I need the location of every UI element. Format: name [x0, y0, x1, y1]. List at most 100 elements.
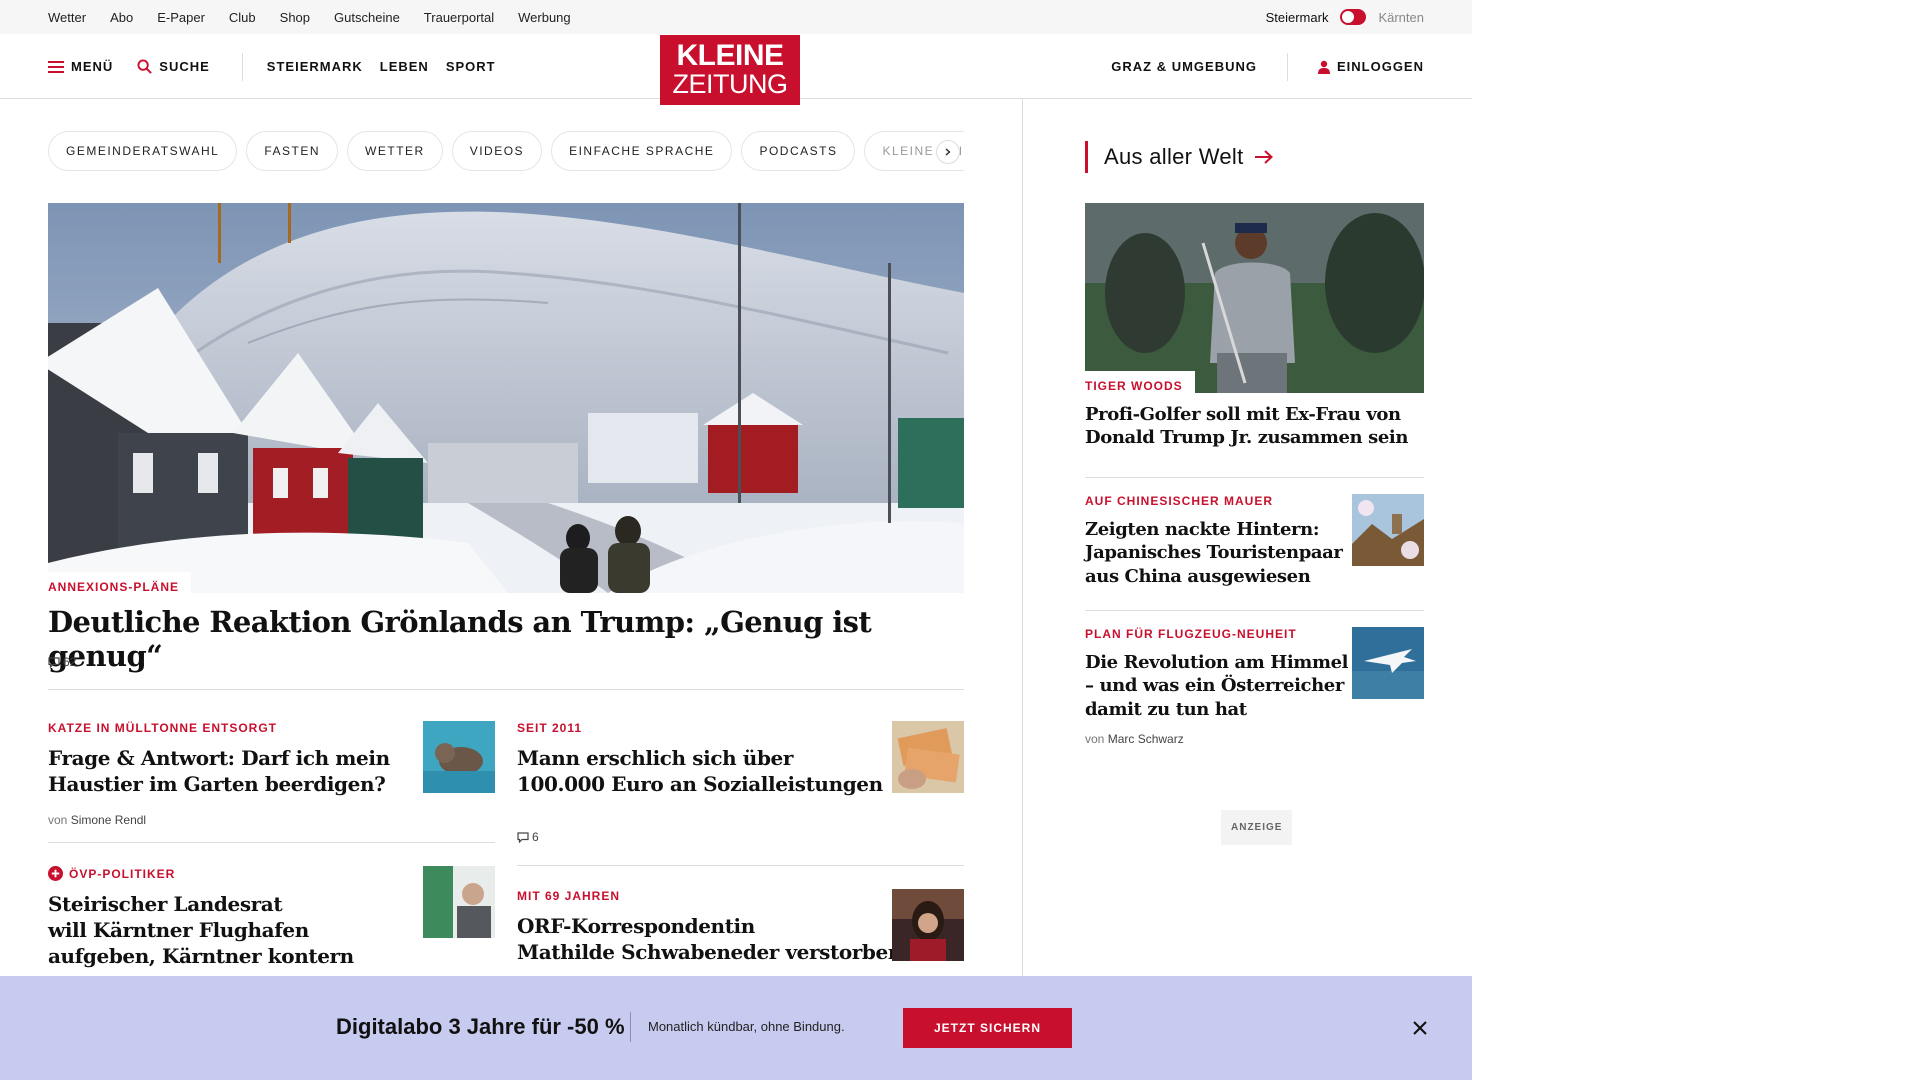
nav-leben[interactable]: LEBEN: [380, 59, 429, 74]
util-link-shop[interactable]: Shop: [280, 10, 310, 25]
subscription-banner: Digitalabo 3 Jahre für -50 % Monatlich k…: [0, 976, 1472, 1080]
hero-comments[interactable]: 62: [48, 655, 76, 669]
util-link-club[interactable]: Club: [229, 10, 256, 25]
tag-einfache-sprache[interactable]: EINFACHE SPRACHE: [551, 131, 733, 171]
chevron-right-icon: [945, 148, 951, 156]
tags-next-button[interactable]: [936, 140, 960, 164]
util-link-werbung[interactable]: Werbung: [518, 10, 571, 25]
teaser-landesrat[interactable]: ÖVP-POLITIKER Steirischer Landesrat will…: [48, 866, 495, 976]
search-icon: [137, 59, 153, 74]
sidebar-hero-title[interactable]: Profi-Golfer soll mit Ex-Frau von Donald…: [1085, 403, 1424, 450]
empty-gutter: [1472, 0, 1920, 1080]
teaser-orf[interactable]: MIT 69 JAHREN ORF-Korrespondentin Mathil…: [517, 889, 964, 979]
nav-divider: [241, 52, 243, 81]
teaser-thumb-politician: [423, 866, 495, 938]
airplane-image: [1352, 627, 1424, 699]
tag-podcasts[interactable]: PODCASTS: [741, 131, 856, 171]
arrow-right-icon: [1254, 150, 1273, 164]
nav-graz-umgebung[interactable]: GRAZ & UMGEBUNG: [1111, 59, 1257, 74]
comment-icon: [517, 831, 529, 843]
politician-image: [423, 866, 495, 938]
money-image: [892, 721, 964, 793]
util-link-abo[interactable]: Abo: [110, 10, 133, 25]
nav-divider-right: [1286, 52, 1288, 81]
teaser-sozialleistungen[interactable]: SEIT 2011 Mann erschlich sich über 100.0…: [517, 721, 964, 844]
teaser-title-line: damit zu tun hat: [1085, 698, 1247, 720]
great-wall-image: [1352, 494, 1424, 566]
tag-fasten[interactable]: FASTEN: [246, 131, 339, 171]
search-button[interactable]: SUCHE: [137, 59, 210, 74]
teaser-kicker-text: ÖVP-POLITIKER: [69, 866, 176, 881]
login-button[interactable]: EINLOGGEN: [1317, 59, 1424, 74]
teaser-title-line: Donald Trump Jr. zusammen sein: [1085, 427, 1409, 449]
byline-prefix: von: [48, 813, 68, 827]
tag-gemeinderatswahl[interactable]: GEMEINDERATSWAHL: [48, 131, 238, 171]
topic-tags: GEMEINDERATSWAHL FASTEN WETTER VIDEOS EI…: [48, 131, 964, 171]
teaser-thumb-journalist: [892, 889, 964, 961]
site-logo[interactable]: KLEINE ZEITUNG: [660, 35, 800, 105]
sidebar-hero-kicker: TIGER WOODS: [1085, 371, 1195, 397]
column-divider: [1022, 99, 1023, 979]
sidebar-heading[interactable]: Aus aller Welt: [1085, 141, 1274, 173]
tag-videos[interactable]: VIDEOS: [451, 131, 543, 171]
close-icon: [1413, 1021, 1427, 1035]
menu-button[interactable]: MENÜ: [48, 59, 113, 74]
hero-divider: [48, 689, 964, 690]
teaser-title-line: aufgeben, Kärntner kontern: [48, 944, 354, 968]
promo-divider: [630, 1012, 631, 1042]
sidebar-teaser-mauer[interactable]: AUF CHINESISCHER MAUER Zeigten nackte Hi…: [1085, 494, 1424, 594]
plus-circle-icon: [48, 866, 63, 881]
util-link-gutscheine[interactable]: Gutscheine: [334, 10, 400, 25]
journalist-image: [892, 889, 964, 961]
teaser-title-line: Profi-Golfer soll mit Ex-Frau von: [1085, 404, 1401, 425]
nav-steiermark[interactable]: STEIERMARK: [267, 59, 363, 74]
tag-wetter[interactable]: WETTER: [347, 131, 443, 171]
teaser-divider: [48, 842, 495, 843]
teaser-thumb-plane: [1352, 627, 1424, 699]
teaser-katze[interactable]: KATZE IN MÜLLTONNE ENTSORGT Frage & Antw…: [48, 721, 495, 827]
hero-title[interactable]: Deutliche Reaktion Grönlands an Trump: „…: [48, 605, 964, 673]
teaser-comments[interactable]: 6: [517, 830, 964, 844]
hero-kicker-text: ANNEXIONS-PLÄNE: [48, 580, 180, 594]
nav-right: GRAZ & UMGEBUNG EINLOGGEN: [1111, 34, 1424, 99]
region-steiermark[interactable]: Steiermark: [1266, 10, 1329, 25]
sidebar-hero-image[interactable]: [1085, 203, 1424, 393]
byline-author[interactable]: Simone Rendl: [71, 813, 146, 827]
util-link-wetter[interactable]: Wetter: [48, 10, 86, 25]
teaser-divider: [517, 865, 964, 866]
sidebar-divider: [1085, 477, 1424, 478]
user-icon: [1317, 60, 1330, 74]
teaser-byline: von Simone Rendl: [48, 813, 495, 827]
byline-prefix: von: [1085, 732, 1105, 747]
teaser-byline: von Marc Schwarz: [1085, 732, 1424, 746]
menu-label: MENÜ: [71, 59, 114, 74]
greenland-village-image: [48, 203, 964, 593]
utility-links: Wetter Abo E-Paper Club Shop Gutscheine …: [48, 0, 571, 34]
sidebar-divider: [1085, 610, 1424, 611]
teaser-thumb-wall: [1352, 494, 1424, 566]
hero-image[interactable]: [48, 203, 964, 593]
promo-cta-button[interactable]: JETZT SICHERN: [903, 1008, 1072, 1048]
ad-label: ANZEIGE: [1221, 810, 1293, 845]
teaser-thumb-cat: [423, 721, 495, 793]
teaser-thumb-money: [892, 721, 964, 793]
region-toggle[interactable]: [1340, 9, 1367, 25]
hamburger-icon: [48, 60, 64, 73]
teaser-title-line: aus China ausgewiesen: [1085, 565, 1311, 587]
sidebar-heading-text: Aus aller Welt: [1104, 144, 1244, 169]
byline-author[interactable]: Marc Schwarz: [1108, 732, 1184, 746]
logo-line-1: KLEINE: [676, 39, 784, 72]
hero-comment-count: 62: [63, 655, 77, 669]
page: Wetter Abo E-Paper Club Shop Gutscheine …: [0, 0, 1472, 1080]
utility-bar: Wetter Abo E-Paper Club Shop Gutscheine …: [0, 0, 1472, 34]
nav-sport[interactable]: SPORT: [446, 59, 496, 74]
sidebar-teaser-flugzeug[interactable]: PLAN FÜR FLUGZEUG-NEUHEIT Die Revolution…: [1085, 627, 1424, 747]
logo-line-2: ZEITUNG: [672, 69, 789, 99]
util-link-epaper[interactable]: E-Paper: [157, 10, 205, 25]
hero-kicker: ANNEXIONS-PLÄNE: [48, 572, 192, 599]
region-kaernten[interactable]: Kärnten: [1378, 10, 1424, 25]
promo-close-button[interactable]: [1406, 1014, 1434, 1042]
region-switch: Steiermark Kärnten: [1266, 0, 1424, 34]
util-link-trauerportal[interactable]: Trauerportal: [424, 10, 494, 25]
teaser-comment-count: 6: [532, 830, 539, 844]
